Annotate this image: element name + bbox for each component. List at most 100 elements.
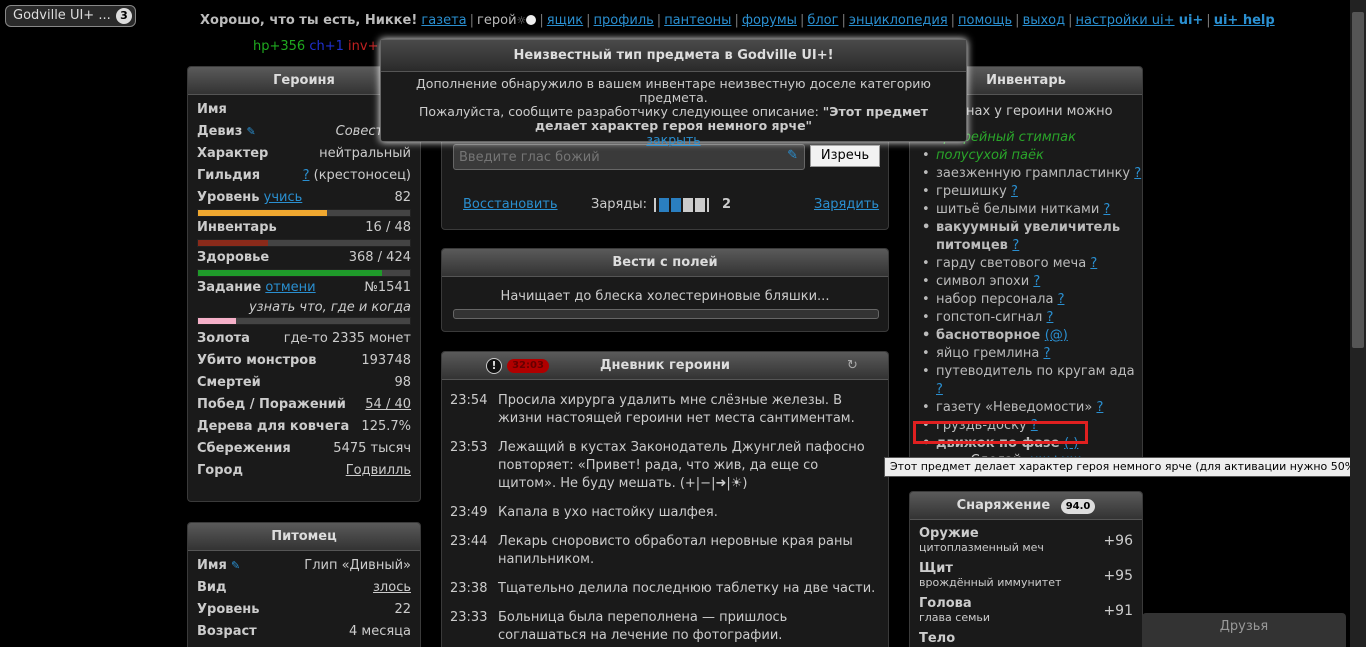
inventory-item: гопстоп-сигнал ? bbox=[910, 309, 1142, 327]
nav-link-hero[interactable]: герой bbox=[477, 13, 516, 28]
inventory-item: вакуумный увеличитель питомцев ? bbox=[910, 219, 1142, 255]
diary-entry: 23:44 Лекарь сноровисто обработал неровны… bbox=[450, 534, 853, 567]
sun-icon: ☼ bbox=[516, 14, 527, 27]
pet-row-kind: Вид злось bbox=[188, 577, 420, 599]
inventory-item: заезженную грампластинку ? bbox=[910, 165, 1142, 183]
news-text: Начищает до блеска холестериновые бляшки… bbox=[500, 289, 830, 304]
friends-button[interactable]: Друзья bbox=[1142, 613, 1346, 647]
item-help-link[interactable]: ? bbox=[936, 382, 943, 397]
equipment-panel-title: Снаряжение bbox=[956, 498, 1051, 513]
scrollbar[interactable] bbox=[1350, 0, 1366, 647]
inventory-item: символ эпохи ? bbox=[910, 273, 1142, 291]
restore-link[interactable]: Восстановить bbox=[463, 197, 558, 212]
hero-row-town: Город Годвилль bbox=[188, 460, 420, 482]
item-help-link[interactable]: ? bbox=[1096, 400, 1103, 415]
hero-row-ark: Дерева для ковчега 125.7% bbox=[197, 419, 411, 434]
nav-link-profile[interactable]: профиль bbox=[594, 13, 654, 28]
charges-indicator bbox=[654, 198, 709, 212]
diary-entry: 23:49 Капала в ухо настойку шалфея. bbox=[450, 505, 718, 520]
extension-tab-button[interactable]: Godville UI+ ... 3 bbox=[5, 5, 136, 27]
inventory-item: шитьё белыми нитками ? bbox=[910, 201, 1142, 219]
news-progress-bar bbox=[453, 309, 879, 319]
news-panel: Вести с полей Начищает до блеска холесте… bbox=[441, 248, 889, 332]
pet-row-name: Имя ✎ Глип «Дивный» bbox=[197, 558, 411, 573]
refresh-icon[interactable]: ↻ bbox=[847, 352, 858, 380]
charges-count: 2 bbox=[722, 197, 732, 212]
item-help-link[interactable]: ? bbox=[1011, 184, 1018, 199]
edit-icon[interactable]: ✎ bbox=[246, 125, 255, 138]
item-help-link[interactable]: ? bbox=[1043, 346, 1050, 361]
cancel-quest-link[interactable]: отмени bbox=[265, 280, 315, 295]
learn-link[interactable]: учись bbox=[264, 190, 303, 205]
equipment-level-badge: 94.0 bbox=[1060, 499, 1096, 514]
inventory-item: гарду светового меча ? bbox=[910, 255, 1142, 273]
item-help-link[interactable]: ? bbox=[1058, 292, 1065, 307]
hero-row-deaths: Смертей 98 bbox=[197, 375, 411, 390]
pet-row-age: Возраст 4 месяца bbox=[197, 624, 411, 639]
hero-row-wins: Побед / Поражений 54 / 40 bbox=[188, 394, 420, 416]
tab-label: Godville UI+ ... bbox=[13, 8, 111, 23]
alert-icon[interactable]: ! bbox=[486, 358, 502, 374]
inventory-list: трофейный стимпакполусухой паёкзаезженну… bbox=[910, 129, 1142, 453]
item-help-link[interactable]: ? bbox=[1103, 202, 1110, 217]
moon-icon bbox=[526, 15, 537, 25]
inventory-item: набор персонала ? bbox=[910, 291, 1142, 309]
item-help-link[interactable]: ? bbox=[1090, 256, 1097, 271]
nav-link-ui-help[interactable]: ui+ help bbox=[1214, 13, 1275, 28]
item-help-link[interactable]: ? bbox=[1047, 310, 1054, 325]
dialog-close-link[interactable]: закрыть bbox=[646, 132, 700, 147]
inventory-item: баснотворное (@) bbox=[910, 327, 1142, 345]
equipment-panel: Снаряжение 94.0 Оружие цитоплазменный меч… bbox=[909, 491, 1143, 647]
nav-link-ui-settings[interactable]: настройки ui+ bbox=[1076, 13, 1175, 28]
item-help-link[interactable]: ? bbox=[1033, 274, 1040, 289]
nav-link-encyclopedia[interactable]: энциклопедия bbox=[849, 13, 948, 28]
edit-icon[interactable]: ✎ bbox=[231, 559, 240, 572]
equipment-slot: Тело bbox=[919, 631, 956, 646]
nav-link-forums[interactable]: форумы bbox=[742, 13, 797, 28]
nav-link-help[interactable]: помощь bbox=[958, 13, 1012, 28]
wins-link[interactable]: 54 / 40 bbox=[365, 394, 411, 416]
hero-row-inventory: Инвентарь 16 / 48 bbox=[197, 220, 411, 235]
equipment-panel-header: Снаряжение 94.0 bbox=[910, 492, 1142, 520]
hero-row-health: Здоровье 368 / 424 bbox=[197, 250, 411, 265]
diary-entry: 23:53 Лежащий в кустах Законодатель Джунг… bbox=[450, 440, 865, 491]
health-progress-bar bbox=[197, 269, 411, 277]
dialog-title: Неизвестный тип предмета в Godville UI+! bbox=[381, 40, 966, 72]
equipment-slot: Оружие цитоплазменный меч +96 bbox=[919, 526, 1133, 554]
nav-link-logout[interactable]: выход bbox=[1023, 13, 1066, 28]
charges-label: Заряды: bbox=[591, 197, 648, 212]
nav-link-pantheons[interactable]: пантеоны bbox=[664, 13, 731, 28]
hero-row-quest-text: узнать что, где и когда bbox=[248, 300, 411, 315]
hero-row-monsters: Убито монстров 193748 bbox=[197, 353, 411, 368]
hero-row-guild: Гильдия? (крестоносец) bbox=[197, 168, 411, 183]
inventory-item: яйцо гремлина ? bbox=[910, 345, 1142, 363]
town-link[interactable]: Годвилль bbox=[346, 460, 411, 482]
equipment-slot: Голова глава семьи +91 bbox=[919, 596, 1133, 624]
dialog-text-1: Дополнение обнаружило в вашем инвентаре … bbox=[416, 76, 931, 105]
inventory-item: газету «Неведомости» ? bbox=[910, 399, 1142, 417]
highlight-box bbox=[913, 421, 1088, 444]
nav-link-newspaper[interactable]: газета bbox=[421, 13, 466, 28]
hero-row-gold: Золота где-то 2335 монет bbox=[197, 331, 411, 346]
stats-changes: hp+356 ch+1 inv+ bbox=[253, 39, 378, 54]
hero-row-savings: Сбережения 5475 тысяч bbox=[197, 441, 411, 456]
hero-row-level: Уровень учись 82 bbox=[197, 190, 411, 205]
item-tooltip: Этот предмет делает характер героя немно… bbox=[884, 457, 1366, 477]
guild-link[interactable]: ? bbox=[303, 168, 310, 183]
ui-plus-label: ui+ bbox=[1178, 13, 1204, 28]
item-help-link[interactable]: ? bbox=[1012, 238, 1019, 253]
dialog-text-2: Пожалуйста, сообщите разработчику следую… bbox=[419, 104, 819, 119]
diary-entry: 23:38 Тщательно делила последнюю таблетку… bbox=[450, 581, 876, 596]
news-panel-title: Вести с полей bbox=[442, 249, 888, 277]
level-progress-bar bbox=[197, 209, 411, 217]
pet-kind-link[interactable]: злось bbox=[373, 577, 411, 599]
diary-panel-title: Дневник героини bbox=[599, 358, 731, 373]
charge-link[interactable]: Зарядить bbox=[814, 197, 879, 212]
item-help-link[interactable]: ? bbox=[1134, 166, 1141, 181]
nav-link-blog[interactable]: блог bbox=[807, 13, 838, 28]
nav-link-box[interactable]: ящик bbox=[547, 13, 583, 28]
item-help-link[interactable]: (@) bbox=[1045, 328, 1068, 343]
greeting: Хорошо, что ты есть, Никке! bbox=[200, 13, 418, 28]
equipment-slot: Щит врождённый иммунитет +95 bbox=[919, 561, 1133, 589]
inv-change: inv+ bbox=[348, 39, 379, 54]
